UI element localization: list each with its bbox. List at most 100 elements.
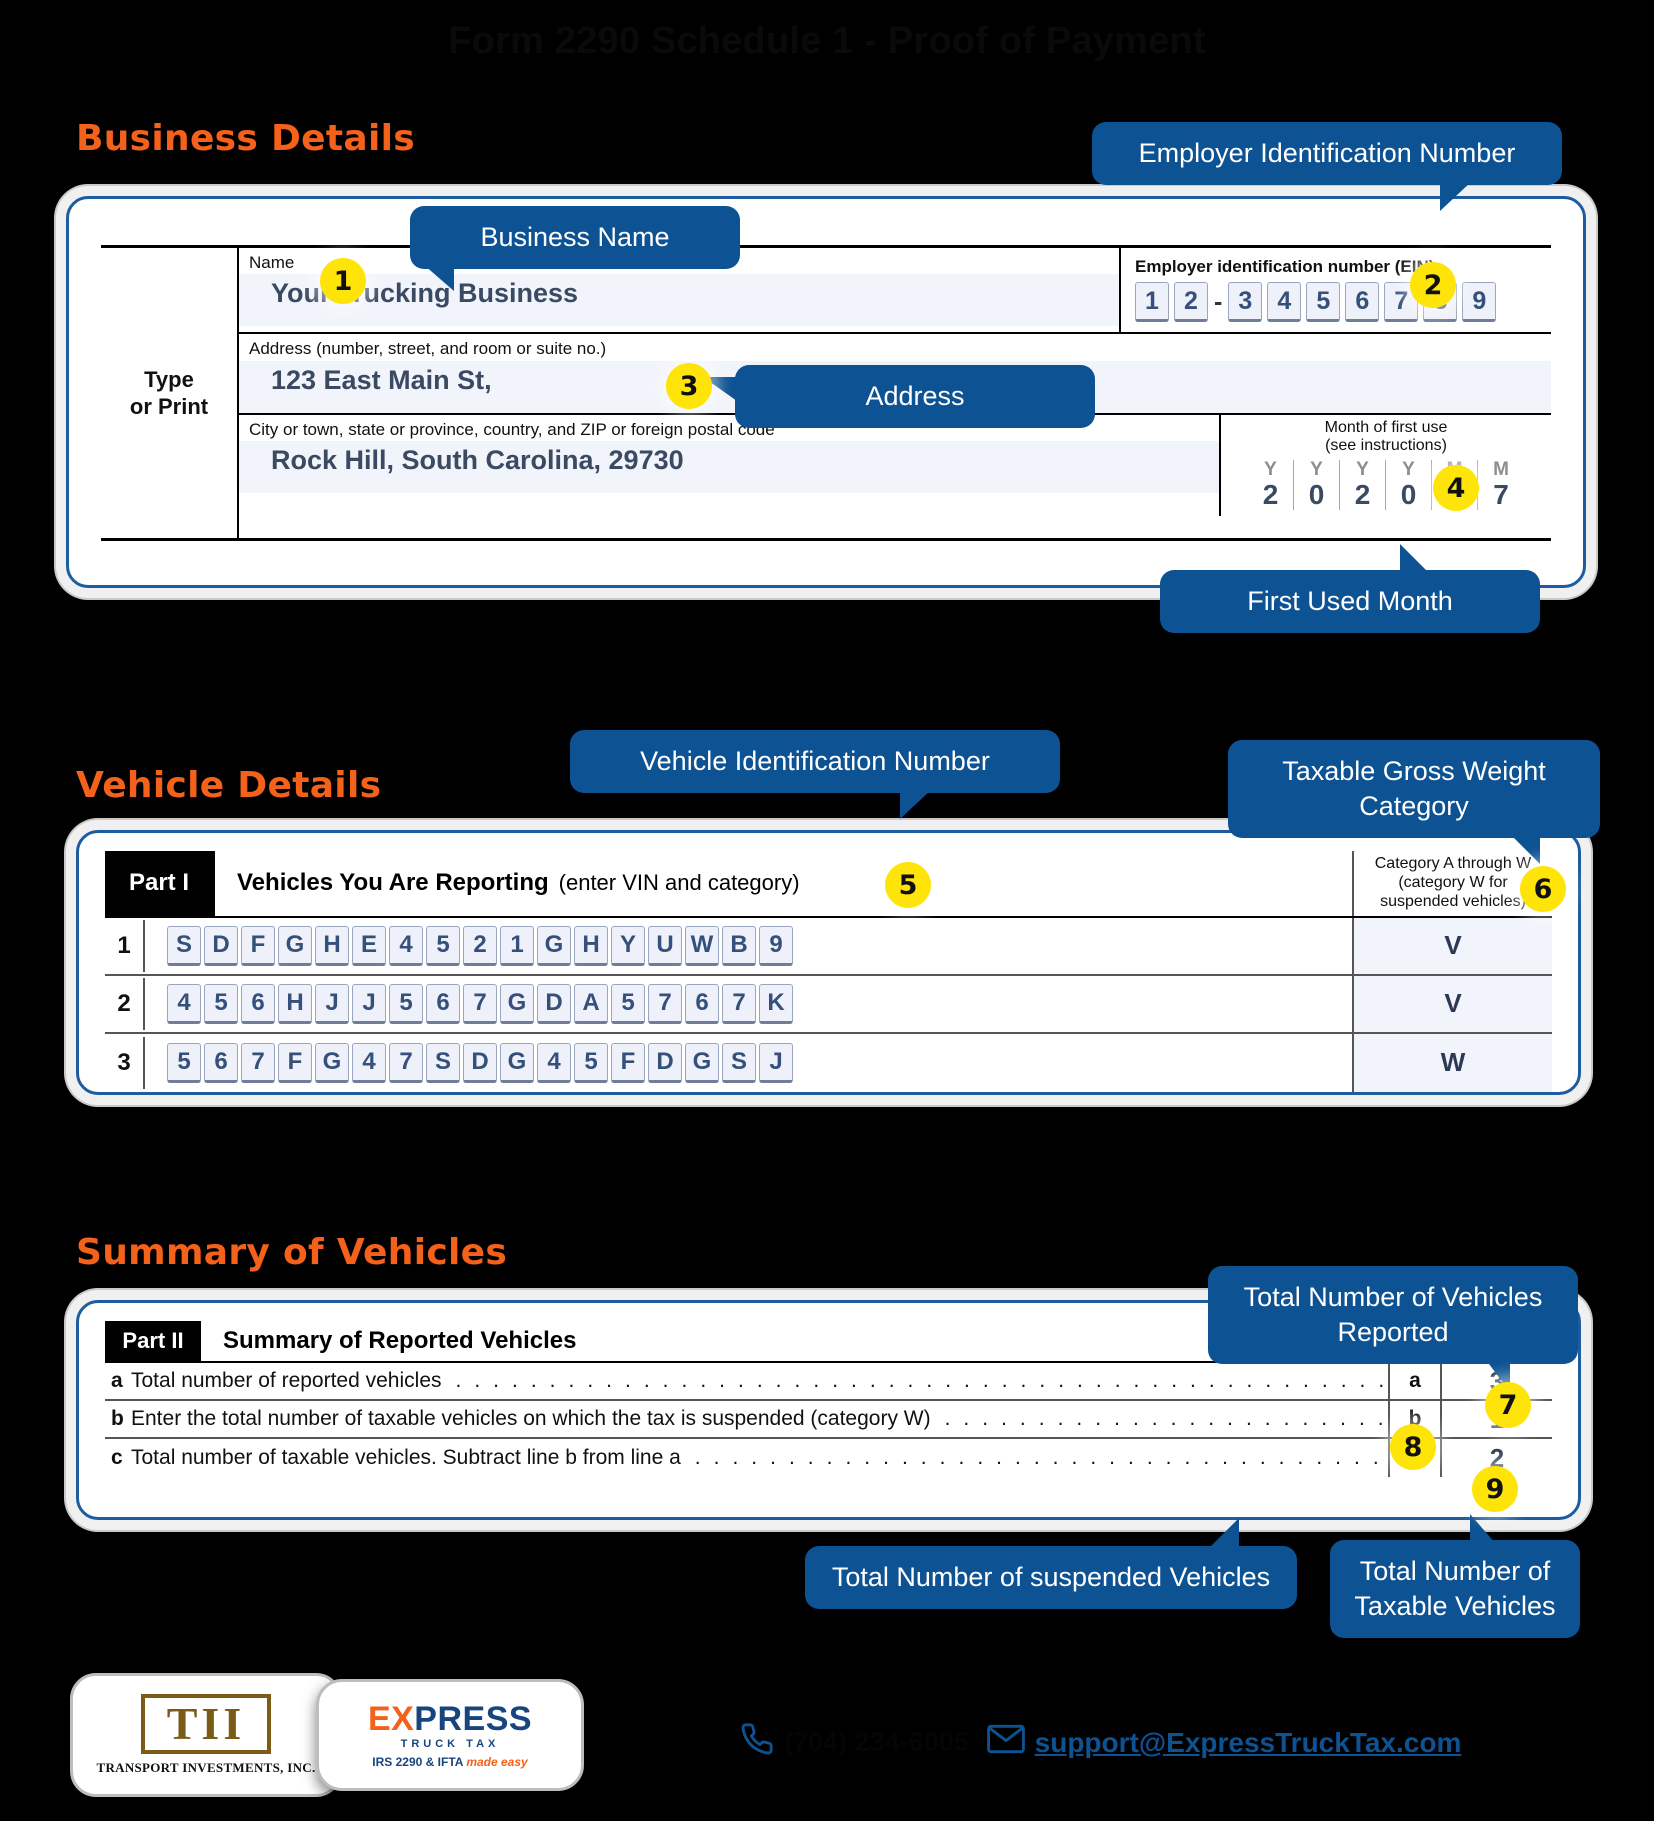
vin-character-box: J (759, 1042, 793, 1083)
vin-character-box: K (759, 983, 793, 1024)
vin-character-box: 5 (611, 983, 645, 1024)
ein-digit-box: 5 (1306, 282, 1341, 323)
callout-business-name-text: Business Name (480, 222, 670, 252)
ett-logo-bottom-italic: made easy (466, 1754, 528, 1769)
badge-3: 3 (666, 363, 712, 409)
vin-character-box: 4 (389, 925, 423, 966)
vin-character-box: U (648, 925, 682, 966)
vehicle-row-number: 3 (117, 1048, 131, 1076)
ein-digit-boxes: 12-3456789 (1135, 282, 1537, 323)
vin-character-box: G (315, 1042, 349, 1083)
vin-character-box: 7 (463, 983, 497, 1024)
vehicle-table-header: Part I Vehicles You Are Reporting (enter… (105, 851, 1552, 918)
vin-character-box: S (426, 1042, 460, 1083)
vin-character-box: 6 (426, 983, 460, 1024)
part-i-title-text: Vehicles You Are Reporting (237, 869, 549, 897)
mfu-column: M7 (1478, 458, 1524, 511)
vin-character-box: 4 (352, 1042, 386, 1083)
summary-row[interactable]: c Total number of taxable vehicles. Subtr… (105, 1439, 1552, 1477)
vin-character-box: F (241, 925, 275, 966)
vin-character-box: G (500, 983, 534, 1024)
phone-contact[interactable]: (704) 234-6005 (740, 1722, 969, 1763)
summary-row[interactable]: b Enter the total number of taxable vehic… (105, 1401, 1552, 1439)
ett-logo-ex: EX (367, 1699, 415, 1738)
city-field[interactable]: City or town, state or province, country… (239, 414, 1221, 517)
ett-logo-bottom: IRS 2290 & IFTA made easy (372, 1755, 527, 1769)
vin-character-box: D (537, 983, 571, 1024)
ett-logo-press: PRESS (414, 1699, 533, 1738)
badge-6: 6 (1520, 866, 1566, 912)
vin-character-box: J (315, 983, 349, 1024)
vehicle-category-cell[interactable]: V (1352, 975, 1552, 1032)
summary-row[interactable]: a Total number of reported vehicles......… (105, 1363, 1552, 1401)
mfu-digit: 2 (1354, 478, 1371, 510)
vin-character-box: F (278, 1042, 312, 1083)
vin-character-box: J (352, 983, 386, 1024)
address-field-label: Address (number, street, and room or sui… (239, 334, 1551, 361)
vin-cell[interactable]: 456HJJ567GDA5767K (143, 977, 1352, 1030)
vehicle-row[interactable]: 1SDFGHE4521GHYUWB9V (105, 917, 1552, 976)
vehicle-category-cell[interactable]: V (1352, 917, 1552, 974)
vin-character-box: 1 (500, 925, 534, 966)
vin-character-box: 7 (389, 1042, 423, 1083)
vin-character-box: D (648, 1042, 682, 1083)
email-address[interactable]: support@ExpressTruckTax.com (1035, 1727, 1462, 1759)
ett-logo-top: EXPRESS (368, 1702, 532, 1736)
vin-cell[interactable]: SDFGHE4521GHYUWB9 (143, 919, 1352, 972)
part-i-badge: Part I (105, 851, 213, 916)
vin-character-box: A (574, 983, 608, 1024)
vehicle-row[interactable]: 3567FG47SDG45FDGSJW (105, 1033, 1552, 1092)
vin-character-box: D (204, 925, 238, 966)
vin-character-box: H (315, 925, 349, 966)
vin-character-box: H (278, 983, 312, 1024)
phone-icon (740, 1722, 774, 1763)
vin-character-box: S (167, 925, 201, 966)
ein-field[interactable]: Employer identification number (EIN) 12-… (1121, 248, 1551, 333)
summary-row-dots: ........................................… (694, 1446, 1388, 1469)
callout-first-used-month-text: First Used Month (1247, 586, 1453, 616)
mfu-label-line1: Month of first use (1324, 418, 1448, 436)
mfu-digit: 0 (1400, 478, 1417, 510)
summary-row-dots: ........................................… (944, 1407, 1388, 1430)
vin-character-box: 6 (204, 1042, 238, 1083)
mfu-header-letter: Y (1264, 458, 1277, 480)
callout-first-used-month: First Used Month (1160, 544, 1540, 634)
vin-cell[interactable]: 567FG47SDG45FDGSJ (143, 1036, 1352, 1089)
badge-7: 7 (1485, 1382, 1531, 1428)
part-i-subtitle-text: (enter VIN and category) (558, 870, 800, 896)
mfu-column: Y2 (1248, 458, 1294, 511)
summary-row-letter: a (111, 1369, 123, 1392)
express-truck-tax-logo: EXPRESS TRUCK TAX IRS 2290 & IFTA made e… (316, 1679, 584, 1791)
vin-character-box: G (537, 925, 571, 966)
mfu-label-line2: (see instructions) (1325, 437, 1447, 455)
vin-character-box: B (722, 925, 756, 966)
vin-character-box: G (685, 1042, 719, 1083)
badge-2: 2 (1410, 262, 1456, 308)
city-mfu-row: City or town, state or province, country… (239, 414, 1551, 517)
ein-digit-box: 2 (1174, 282, 1208, 323)
mfu-header-letter: M (1493, 458, 1509, 480)
mfu-column: Y2 (1340, 459, 1386, 511)
phone-number: (704) 234-6005 (784, 1727, 969, 1757)
footer-contact: (704) 234-6005 support@ExpressTruckTax.c… (740, 1722, 1461, 1763)
badge-8: 8 (1390, 1424, 1436, 1470)
month-of-first-use-field[interactable]: Month of first use (see instructions) Y2… (1221, 415, 1551, 517)
vehicle-form-table: Part I Vehicles You Are Reporting (enter… (105, 851, 1552, 1092)
callout-tail (1207, 1518, 1239, 1550)
callout-tail (900, 789, 932, 820)
vehicle-category-cell[interactable]: W (1352, 1033, 1552, 1092)
name-field-value: Your Trucking Business (239, 274, 1119, 327)
vin-character-box: E (352, 925, 386, 966)
ein-dash: - (1214, 287, 1223, 316)
section-heading-vehicle-details: Vehicle Details (76, 765, 382, 806)
vehicle-row-number: 1 (117, 931, 131, 959)
vin-character-box: 2 (463, 925, 497, 966)
summary-rows-container: a Total number of reported vehicles......… (105, 1363, 1552, 1477)
mfu-digit: 2 (1262, 478, 1279, 510)
vehicle-row[interactable]: 2456HJJ567GDA5767KV (105, 975, 1552, 1034)
email-contact[interactable]: support@ExpressTruckTax.com (986, 1724, 1462, 1761)
summary-row-letter: c (111, 1446, 123, 1469)
section-heading-summary-of-vehicles: Summary of Vehicles (76, 1232, 508, 1273)
vin-character-box: 5 (167, 1042, 201, 1083)
tii-logo-mark: TII (140, 1693, 272, 1755)
